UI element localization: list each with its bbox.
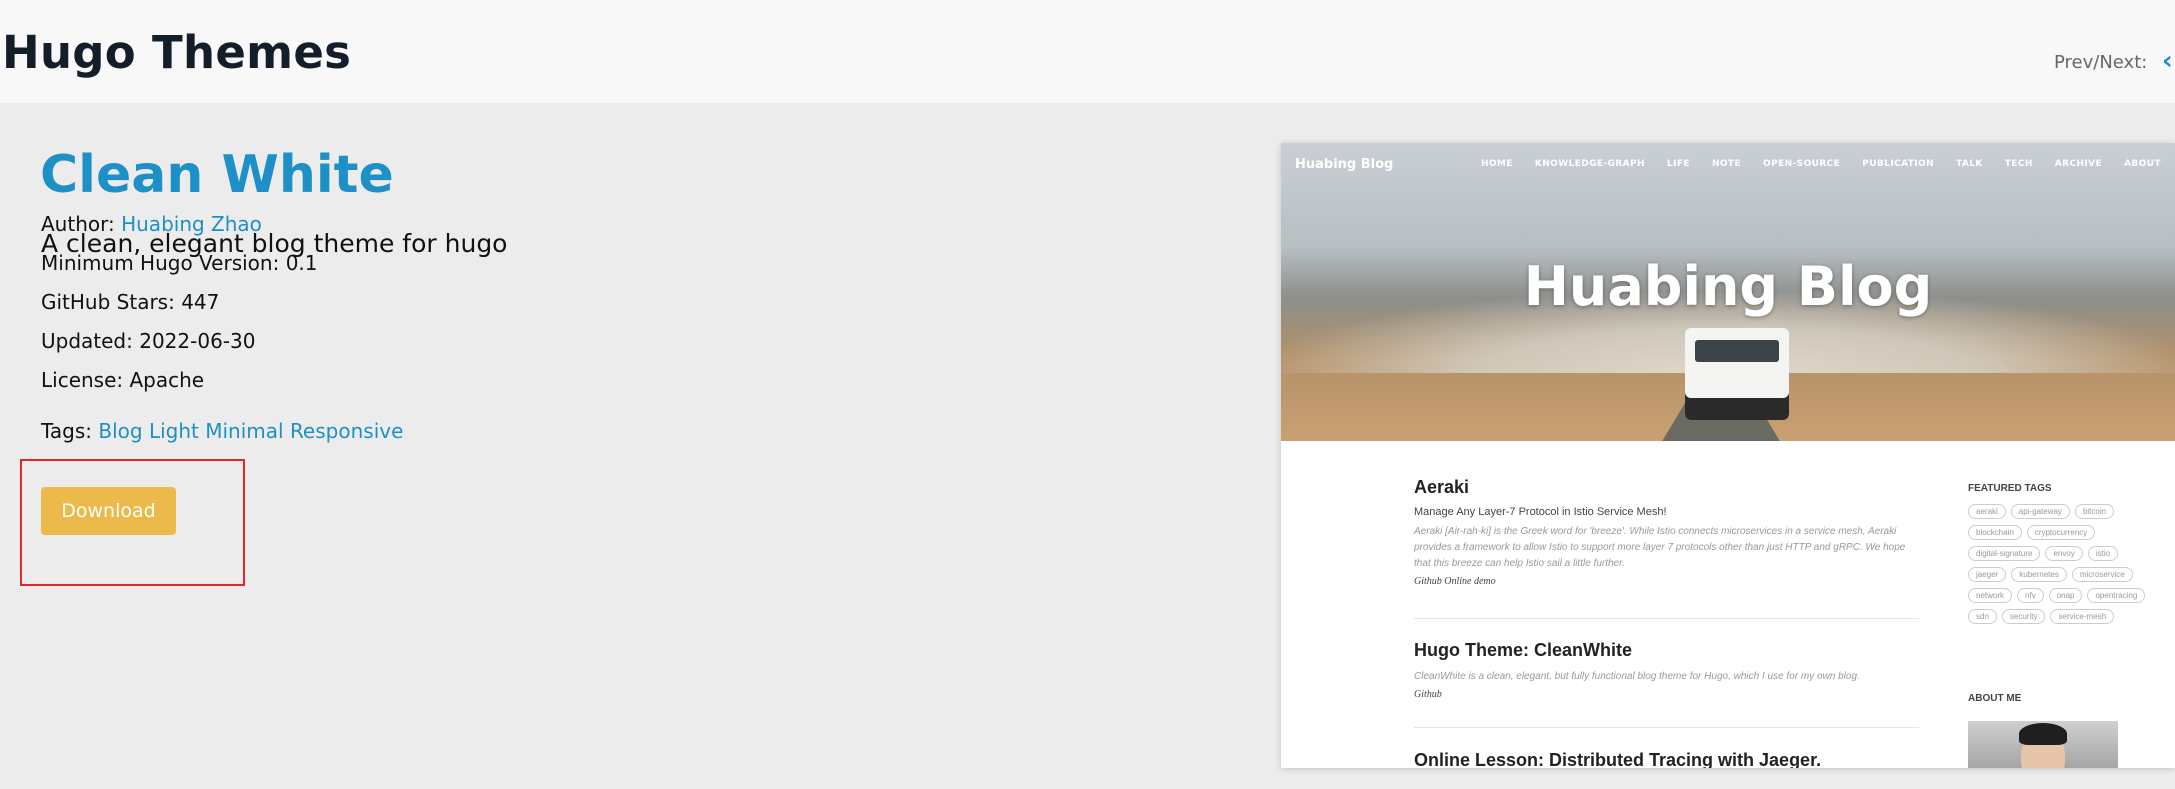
- top-bar: Hugo Themes Prev/Next: ‹: [0, 0, 2175, 103]
- post-title: Hugo Theme: CleanWhite: [1414, 640, 1633, 660]
- post-title: Online Lesson: Distributed Tracing with …: [1414, 750, 1822, 768]
- featured-tags-heading: FEATURED TAGS: [1968, 483, 2052, 494]
- featured-tag: istio: [2087, 546, 2119, 561]
- featured-tag: microservice: [2071, 567, 2133, 582]
- preview-brand: Huabing Blog: [1295, 157, 1394, 172]
- post-subtitle: Manage Any Layer-7 Protocol in Istio Ser…: [1414, 506, 1667, 518]
- preview-post: Online Lesson: Distributed Tracing with …: [1414, 750, 1919, 768]
- preview-menu-item: ABOUT: [2124, 159, 2161, 169]
- featured-tags-list: aeraki api-gateway bitcoin blockchain cr…: [1968, 504, 2158, 624]
- post-excerpt: Aeraki [Air-rah-ki] is the Greek word fo…: [1414, 526, 1906, 569]
- featured-tag: digital-signature: [1968, 546, 2041, 561]
- theme-title: Clean White: [40, 145, 394, 205]
- preview-post: Aeraki Manage Any Layer-7 Protocol in Is…: [1414, 477, 1919, 587]
- featured-tag: aeraki: [1968, 504, 2006, 519]
- post-title: Aeraki: [1414, 477, 1470, 497]
- download-button[interactable]: Download: [41, 487, 176, 535]
- post-excerpt: CleanWhite is a clean, elegant, but full…: [1414, 671, 1860, 682]
- post-links: Github: [1414, 689, 1442, 700]
- preview-menu-item: TALK: [1956, 159, 1983, 169]
- min-version: Minimum Hugo Version: 0.1: [41, 251, 318, 275]
- about-me-heading: ABOUT ME: [1968, 693, 2022, 704]
- tag-link-blog[interactable]: Blog: [98, 419, 142, 443]
- featured-tag: kubernetes: [2011, 567, 2067, 582]
- featured-tag: api-gateway: [2010, 504, 2070, 519]
- preview-sidebar: FEATURED TAGS aeraki api-gateway bitcoin…: [1968, 483, 2158, 624]
- preview-menu-item: LIFE: [1666, 159, 1690, 169]
- featured-tag: sdn: [1968, 609, 1997, 624]
- hero-car: [1685, 328, 1789, 420]
- preview-menu: HOME KNOWLEDGE-GRAPH LIFE NOTE OPEN-SOUR…: [1481, 159, 2161, 169]
- preview-menu-item: NOTE: [1711, 159, 1742, 169]
- featured-tag: cryptocurrency: [2026, 525, 2096, 540]
- post-divider: [1414, 727, 1919, 728]
- prev-arrow-icon[interactable]: ‹: [2162, 48, 2173, 74]
- post-links: Github Online demo: [1414, 576, 1496, 587]
- preview-menu-item: ARCHIVE: [2054, 159, 2103, 169]
- featured-tag: opentracing: [2087, 588, 2146, 603]
- site-title[interactable]: Hugo Themes: [2, 26, 351, 79]
- tags-line: Tags: Blog Light Minimal Responsive: [41, 419, 403, 443]
- featured-tag: onap: [2048, 588, 2083, 603]
- featured-tag: envoy: [2045, 546, 2083, 561]
- theme-preview-screenshot: Huabing Blog HOME KNOWLEDGE-GRAPH LIFE N…: [1281, 143, 2175, 768]
- featured-tag: blockchain: [1968, 525, 2022, 540]
- preview-post: Hugo Theme: CleanWhite CleanWhite is a c…: [1414, 640, 1919, 700]
- preview-menu-item: KNOWLEDGE-GRAPH: [1534, 159, 1645, 169]
- author-link[interactable]: Huabing Zhao: [121, 212, 262, 236]
- tag-link-minimal[interactable]: Minimal: [205, 419, 283, 443]
- author-label: Author:: [41, 212, 115, 236]
- featured-tag: nfv: [2017, 588, 2044, 603]
- featured-tag: service-mesh: [2050, 609, 2115, 624]
- github-stars: GitHub Stars: 447: [41, 290, 220, 314]
- preview-menu-item: OPEN-SOURCE: [1763, 159, 1841, 169]
- license: License: Apache: [41, 368, 205, 392]
- preview-menu-item: PUBLICATION: [1862, 159, 1935, 169]
- featured-tag: security: [2001, 609, 2046, 624]
- preview-menu-item: HOME: [1480, 159, 1513, 169]
- tags-label: Tags:: [41, 419, 93, 443]
- tag-link-responsive[interactable]: Responsive: [290, 419, 403, 443]
- featured-tag: jaeger: [1968, 567, 2007, 582]
- featured-tag: bitcoin: [2074, 504, 2115, 519]
- post-divider: [1414, 618, 1919, 619]
- preview-navbar: Huabing Blog HOME KNOWLEDGE-GRAPH LIFE N…: [1281, 143, 2175, 187]
- preview-hero-title: Huabing Blog: [1523, 255, 1933, 318]
- author-line: Author: Huabing Zhao: [41, 212, 262, 236]
- featured-tag: network: [1968, 588, 2013, 603]
- author-avatar: [1968, 721, 2118, 768]
- theme-detail: Clean White A clean, elegant blog theme …: [0, 103, 2175, 789]
- preview-menu-item: TECH: [2004, 159, 2033, 169]
- prev-next-label: Prev/Next:: [2054, 52, 2148, 73]
- updated-date: Updated: 2022-06-30: [41, 329, 256, 353]
- tag-link-light[interactable]: Light: [149, 419, 199, 443]
